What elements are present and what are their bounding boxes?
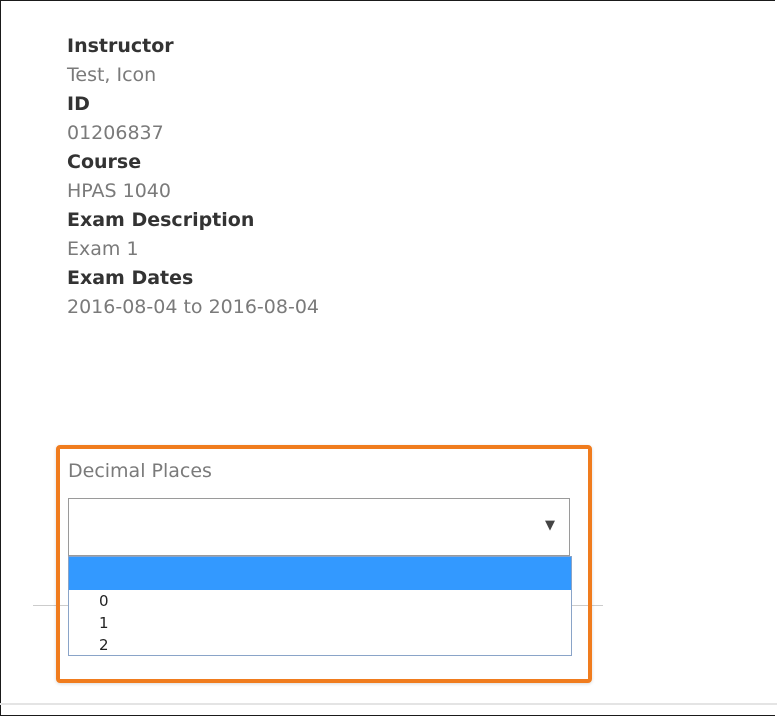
id-label: ID xyxy=(67,93,90,115)
bottom-divider xyxy=(0,703,777,705)
option-1[interactable]: 1 xyxy=(69,612,571,634)
course-label: Course xyxy=(67,151,142,173)
option-blank[interactable] xyxy=(69,557,571,590)
decimal-places-label: Decimal Places xyxy=(68,460,212,482)
option-0[interactable]: 0 xyxy=(69,590,571,612)
decimal-places-options[interactable]: 0 1 2 xyxy=(68,556,572,656)
instructor-value: Test, Icon xyxy=(67,64,157,86)
exam-description-label: Exam Description xyxy=(67,209,255,231)
triangle-down-icon[interactable]: ▼ xyxy=(545,518,555,534)
exam-description-value: Exam 1 xyxy=(67,238,139,260)
exam-dates-label: Exam Dates xyxy=(67,267,194,289)
instructor-label: Instructor xyxy=(67,35,174,57)
exam-dates-value: 2016-08-04 to 2016-08-04 xyxy=(67,296,319,318)
decimal-places-select[interactable]: ▼ xyxy=(68,498,570,556)
course-value: HPAS 1040 xyxy=(67,180,171,202)
id-value: 01206837 xyxy=(67,122,164,144)
exam-details: Instructor Test, Icon ID 01206837 Course… xyxy=(67,32,567,322)
option-2[interactable]: 2 xyxy=(69,634,571,656)
